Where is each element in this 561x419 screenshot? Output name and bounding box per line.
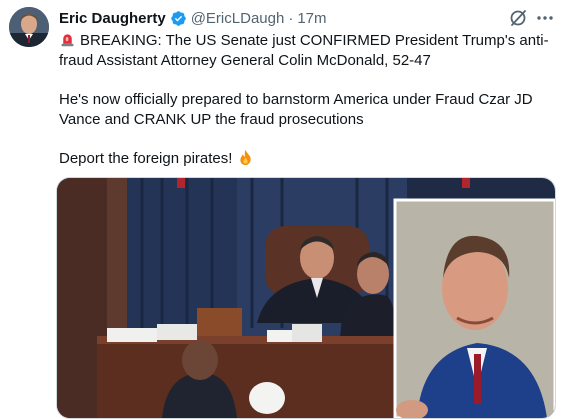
tweet-paragraph-1: BREAKING: The US Senate just CONFIRMED P… — [59, 31, 549, 71]
tweet-paragraph-3-text: Deport the foreign pirates! — [59, 150, 233, 167]
separator-dot: · — [288, 9, 294, 27]
tweet-header: Eric Daugherty @EricLDaugh · 17m — [59, 8, 327, 28]
verified-badge-icon[interactable] — [170, 10, 187, 27]
siren-emoji — [61, 34, 74, 47]
author-handle[interactable]: @EricLDaugh — [191, 10, 285, 27]
senate-chamber-photo — [57, 178, 555, 418]
timestamp[interactable]: 17m — [297, 10, 326, 27]
more-options-icon[interactable] — [535, 8, 555, 28]
tweet-media-image[interactable] — [56, 177, 556, 419]
tweet-text: BREAKING: The US Senate just CONFIRMED P… — [59, 31, 549, 188]
avatar-photo — [9, 7, 49, 47]
grok-icon[interactable] — [508, 8, 528, 28]
author-name[interactable]: Eric Daugherty — [59, 10, 166, 27]
tweet-paragraph-2: He's now officially prepared to barnstor… — [59, 91, 537, 128]
tweet-paragraph-1-text: BREAKING: The US Senate just CONFIRMED P… — [59, 32, 549, 69]
fire-emoji — [240, 149, 251, 166]
author-avatar[interactable] — [9, 7, 49, 47]
tweet-paragraph-3: Deport the foreign pirates! — [59, 149, 549, 169]
